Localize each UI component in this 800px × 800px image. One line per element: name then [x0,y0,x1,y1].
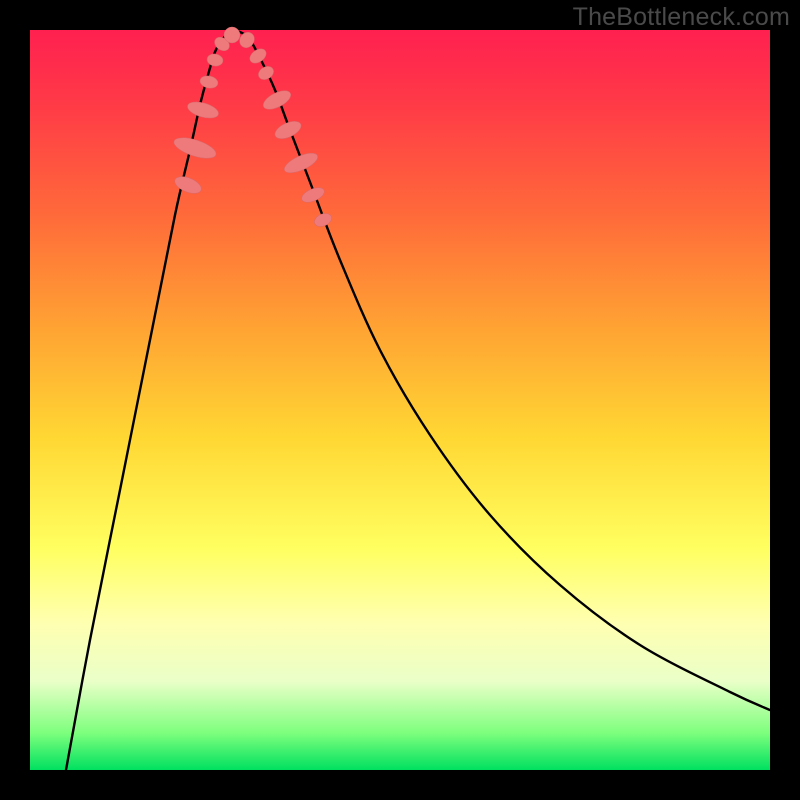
curve-bead [312,211,333,229]
curve-bead [172,134,219,163]
chart-frame: TheBottleneck.com [0,0,800,800]
curve-bead [260,87,293,113]
curve-bead [206,53,224,68]
curve-bead [247,46,269,66]
curve-bead [224,27,240,43]
curve-bead [186,99,221,121]
chart-svg [30,30,770,770]
curve-bead [256,64,276,82]
watermark-text: TheBottleneck.com [573,3,790,32]
curve-bead [199,74,219,89]
curve-bead [172,173,203,196]
chart-plot-area [30,30,770,770]
curve-bead [282,149,321,176]
bottleneck-curve [66,31,770,770]
